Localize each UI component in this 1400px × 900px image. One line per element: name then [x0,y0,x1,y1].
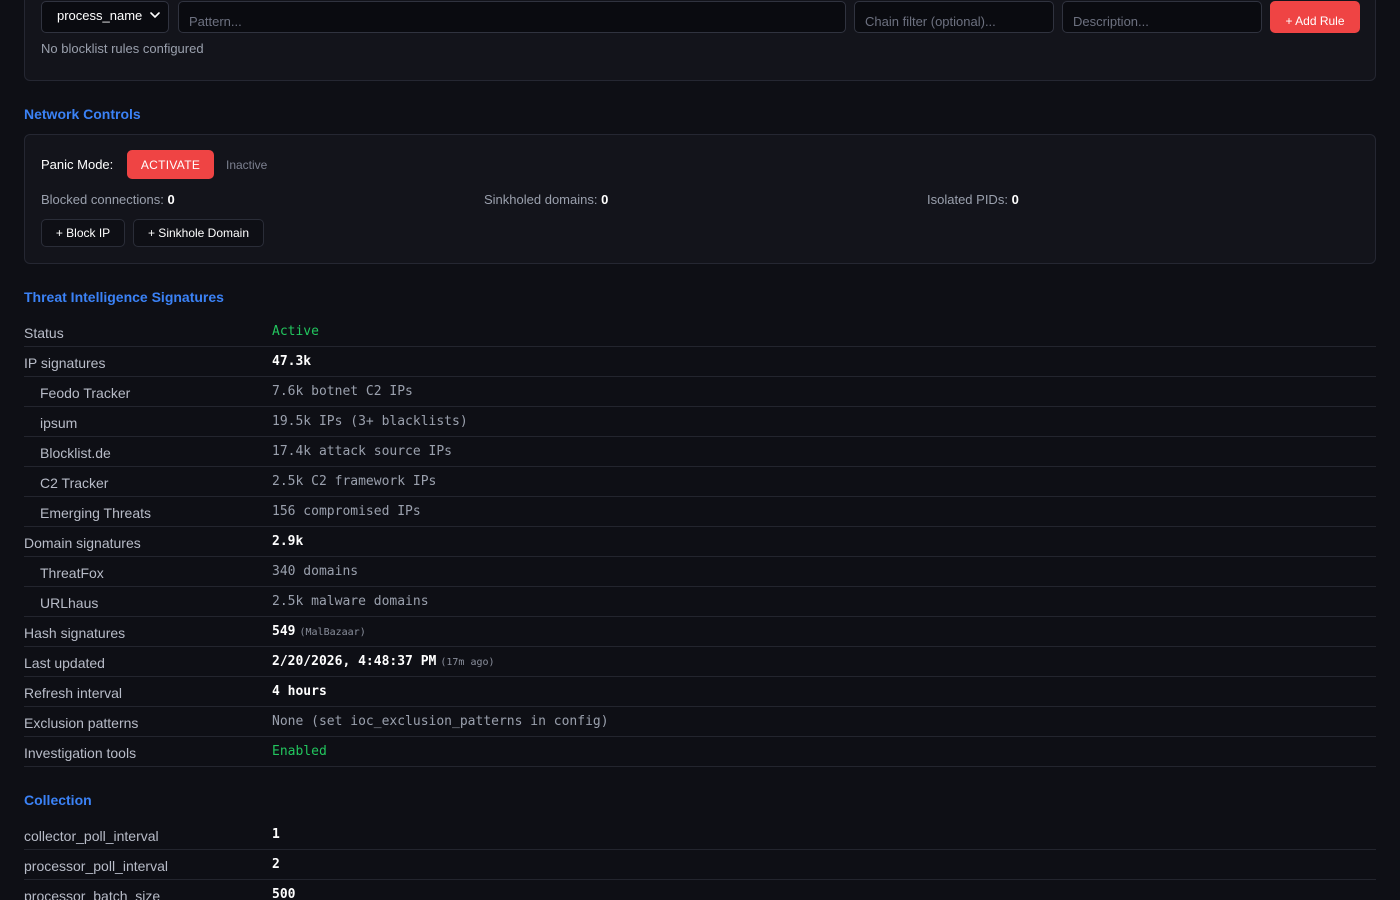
table-row: Last updated 2/20/2026, 4:48:37 PM (17m a… [24,647,1376,677]
field-select-value: process_name [57,8,143,23]
table-row: ThreatFox 340 domains [24,557,1376,587]
table-row: Status Active [24,317,1376,347]
block-ip-button[interactable]: + Block IP [41,219,125,247]
table-row: processor_batch_size 500 [24,880,1376,900]
blocklist-empty-note: No blocklist rules configured [41,41,204,56]
table-row: Domain signatures 2.9k [24,527,1376,557]
chevron-down-icon [150,12,160,19]
sinkhole-domain-button[interactable]: + Sinkhole Domain [133,219,264,247]
table-row: ipsum 19.5k IPs (3+ blacklists) [24,407,1376,437]
collection-title: Collection [24,792,92,808]
pattern-input[interactable] [178,1,846,33]
description-input[interactable] [1062,1,1262,33]
table-row: Refresh interval 4 hours [24,677,1376,707]
table-row: Emerging Threats 156 compromised IPs [24,497,1376,527]
table-row: C2 Tracker 2.5k C2 framework IPs [24,467,1376,497]
sinkholed-domains-stat: Sinkholed domains: 0 [484,192,609,207]
table-row: Investigation tools Enabled [24,737,1376,767]
blocked-connections-stat: Blocked connections: 0 [41,192,175,207]
table-row: Blocklist.de 17.4k attack source IPs [24,437,1376,467]
table-row: IP signatures 47.3k [24,347,1376,377]
status-value: Active [272,324,319,339]
isolated-pids-stat: Isolated PIDs: 0 [927,192,1019,207]
table-row: URLhaus 2.5k malware domains [24,587,1376,617]
blocklist-card: process_name + Add Rule No blocklist rul… [24,0,1376,81]
table-row: Exclusion patterns None (set ioc_exclusi… [24,707,1376,737]
chain-filter-input[interactable] [854,1,1054,33]
investigation-tools-value: Enabled [272,744,327,759]
table-row: collector_poll_interval 1 [24,820,1376,850]
field-select[interactable]: process_name [41,1,169,33]
activate-panic-button[interactable]: ACTIVATE [127,150,214,179]
threat-intel-title: Threat Intelligence Signatures [24,289,224,305]
table-row: Feodo Tracker 7.6k botnet C2 IPs [24,377,1376,407]
settings-page: process_name + Add Rule No blocklist rul… [0,0,1400,900]
network-controls-card: Panic Mode: ACTIVATE Inactive Blocked co… [24,134,1376,264]
sinkholed-domains-value: 0 [601,192,609,207]
isolated-pids-value: 0 [1011,192,1019,207]
add-rule-button[interactable]: + Add Rule [1270,1,1360,33]
panic-mode-label: Panic Mode: [41,157,114,172]
blocked-connections-value: 0 [167,192,175,207]
panic-status: Inactive [226,158,268,172]
network-controls-title: Network Controls [24,106,141,122]
table-row: processor_poll_interval 2 [24,850,1376,880]
table-row: Hash signatures 549 (MalBazaar) [24,617,1376,647]
